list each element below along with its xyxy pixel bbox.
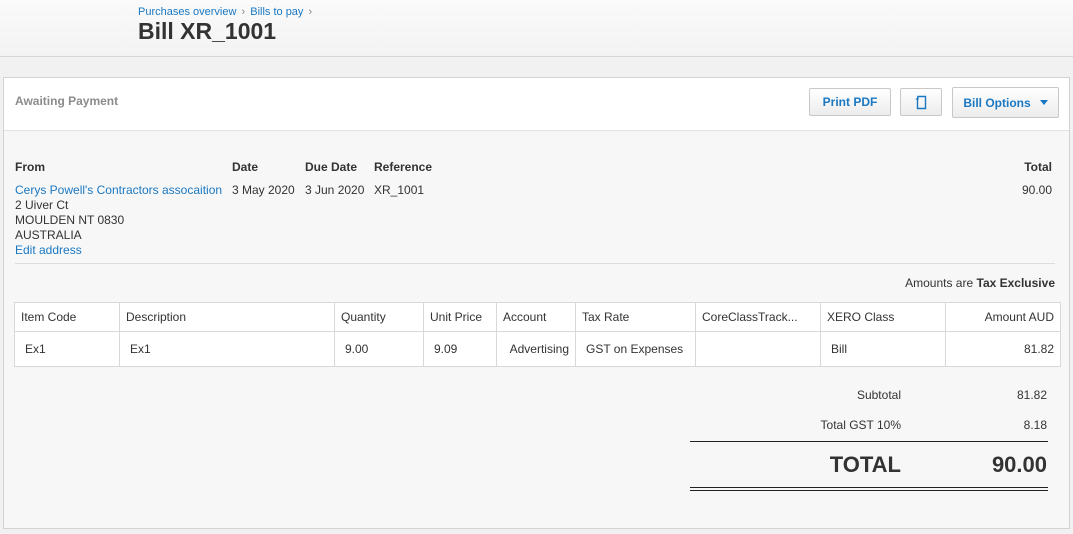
cell-account[interactable]: Advertising [496,331,576,367]
line-items-table: Item Code Description Quantity Unit Pric… [14,302,1061,367]
gst-value: 8.18 [1023,418,1047,432]
cell-unit-price[interactable]: 9.09 [423,331,497,367]
edit-address-link[interactable]: Edit address [15,243,82,258]
column-header-amount[interactable]: Amount AUD [945,302,1061,332]
chevron-down-icon [1039,100,1048,105]
cell-description[interactable]: Ex1 [119,331,335,367]
column-header-quantity[interactable]: Quantity [334,302,424,332]
copy-button[interactable] [900,88,942,116]
address-line: AUSTRALIA [15,228,82,242]
column-header-account[interactable]: Account [496,302,576,332]
due-date-label: Due Date [305,160,358,174]
cell-quantity[interactable]: 9.00 [334,331,424,367]
reference-value: XR_1001 [374,183,425,197]
column-header-tax-rate[interactable]: Tax Rate [575,302,696,332]
print-pdf-button[interactable]: Print PDF [809,88,891,116]
page-title: Bill XR_1001 [138,18,277,44]
date-value: 3 May 2020 [232,183,295,197]
table-header-row: Item Code Description Quantity Unit Pric… [14,302,1061,332]
total-divider [690,441,1048,442]
gst-label: Total GST 10% [820,418,901,432]
total-double-underline [690,487,1048,491]
cell-coreclasstrack[interactable] [695,331,821,367]
divider [15,263,1055,264]
status-text: Awaiting Payment [15,94,119,108]
amounts-are-value: Tax Exclusive [976,276,1056,290]
total-big-label: TOTAL [829,452,901,477]
table-row[interactable]: Ex1 Ex1 9.00 9.09 Advertising GST on Exp… [14,331,1061,367]
from-label: From [15,160,45,174]
column-header-coreclasstrack[interactable]: CoreClassTrack... [695,302,821,332]
supplier-name-link[interactable]: Cerys Powell's Contractors assocaition [15,183,222,198]
breadcrumb-bills-to-pay[interactable]: Bills to pay [250,6,303,18]
column-header-unit-price[interactable]: Unit Price [423,302,497,332]
amounts-are-line: Amounts are Tax Exclusive [905,276,1055,290]
reference-label: Reference [374,160,433,174]
cell-amount[interactable]: 81.82 [945,331,1061,367]
copy-icon [915,95,926,109]
total-big-value: 90.00 [991,452,1047,477]
column-header-xero-class[interactable]: XERO Class [820,302,946,332]
bill-options-label: Bill Options [963,95,1031,110]
bill-options-button[interactable]: Bill Options [952,87,1059,118]
date-label: Date [232,160,259,174]
breadcrumb-separator: › [241,6,246,18]
subtotal-label: Subtotal [856,388,901,402]
amounts-are-prefix: Amounts are [905,276,974,290]
due-date-value: 3 Jun 2020 [305,183,365,197]
total-label: Total [1024,160,1052,174]
breadcrumb-purchases-overview[interactable]: Purchases overview [138,6,236,18]
bill-toolbar: Awaiting Payment Print PDF Bill Options [4,78,1069,131]
cell-item-code[interactable]: Ex1 [14,331,120,367]
cell-xero-class[interactable]: Bill [820,331,946,367]
breadcrumb: Purchases overview › Bills to pay › [138,6,314,18]
subtotal-value: 81.82 [1016,388,1047,402]
breadcrumb-separator: › [308,6,313,18]
total-value: 90.00 [1021,183,1052,197]
address-line: 2 Uiver Ct [15,198,69,212]
bill-panel: Awaiting Payment Print PDF Bill Options … [3,77,1070,529]
page-header: Purchases overview › Bills to pay › Bill… [0,0,1073,57]
column-header-item-code[interactable]: Item Code [14,302,120,332]
cell-tax-rate[interactable]: GST on Expenses [575,331,696,367]
address-line: MOULDEN NT 0830 [15,213,125,227]
column-header-description[interactable]: Description [119,302,335,332]
